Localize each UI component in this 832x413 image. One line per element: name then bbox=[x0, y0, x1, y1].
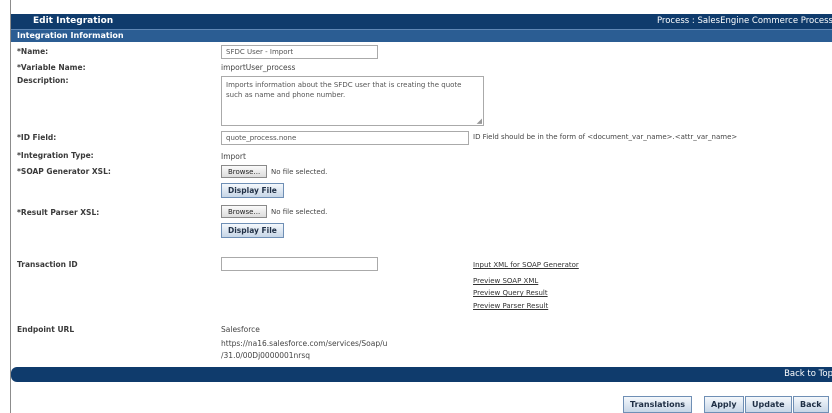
footer-bar: Back to Top bbox=[11, 367, 832, 382]
translations-button[interactable]: Translations bbox=[623, 396, 693, 413]
name-input[interactable] bbox=[221, 45, 378, 59]
integration-type-value: Import bbox=[221, 152, 246, 161]
back-button[interactable]: Back bbox=[793, 396, 829, 413]
transaction-id-input[interactable] bbox=[221, 257, 378, 271]
name-label: *Name: bbox=[17, 47, 49, 56]
update-button[interactable]: Update bbox=[745, 396, 792, 413]
endpoint-url-line1: https://na16.salesforce.com/services/Soa… bbox=[221, 339, 388, 348]
description-text: Imports information about the SFDC user … bbox=[226, 81, 462, 99]
soap-generator-file-status: No file selected. bbox=[271, 168, 328, 176]
result-parser-browse-button[interactable]: Browse... bbox=[221, 205, 268, 218]
preview-parser-link[interactable]: Preview Parser Result bbox=[473, 302, 548, 310]
description-textarea[interactable]: Imports information about the SFDC user … bbox=[221, 76, 484, 126]
process-name: Process : SalesEngine Commerce Process bbox=[656, 16, 832, 26]
input-xml-link[interactable]: Input XML for SOAP Generator bbox=[473, 261, 579, 269]
section-header: Integration Information bbox=[11, 29, 832, 42]
soap-generator-browse-button[interactable]: Browse... bbox=[221, 165, 268, 178]
variable-name-label: *Variable Name: bbox=[17, 63, 86, 72]
id-field-label: *ID Field: bbox=[17, 133, 57, 142]
transaction-id-label: Transaction ID bbox=[17, 260, 78, 269]
integration-form: Edit Integration Process : SalesEngine C… bbox=[10, 0, 832, 413]
preview-query-link[interactable]: Preview Query Result bbox=[473, 289, 548, 297]
variable-name-value: importUser_process bbox=[221, 63, 296, 72]
back-to-top-link[interactable]: Back to Top bbox=[784, 369, 832, 379]
result-parser-file-status: No file selected. bbox=[271, 208, 328, 216]
id-field-hint: ID Field should be in the form of <docum… bbox=[473, 133, 738, 141]
apply-button[interactable]: Apply bbox=[704, 396, 744, 413]
resize-grip-icon[interactable]: ◢ bbox=[477, 117, 482, 125]
preview-soap-link[interactable]: Preview SOAP XML bbox=[473, 277, 538, 285]
integration-type-label: *Integration Type: bbox=[17, 151, 94, 160]
result-parser-display-button[interactable]: Display File bbox=[221, 223, 284, 238]
endpoint-url-line2: /31.0/00Dj0000001nrsq bbox=[221, 351, 311, 360]
page-title: Edit Integration bbox=[33, 16, 114, 26]
description-label: Description: bbox=[17, 76, 69, 85]
soap-generator-display-button[interactable]: Display File bbox=[221, 183, 284, 198]
result-parser-label: *Result Parser XSL: bbox=[17, 208, 100, 217]
header-bar: Edit Integration Process : SalesEngine C… bbox=[11, 14, 832, 29]
soap-generator-label: *SOAP Generator XSL: bbox=[17, 167, 111, 176]
endpoint-type: Salesforce bbox=[221, 325, 260, 334]
id-field-input[interactable] bbox=[221, 131, 469, 145]
endpoint-label: Endpoint URL bbox=[17, 325, 75, 334]
section-title: Integration Information bbox=[17, 31, 124, 40]
